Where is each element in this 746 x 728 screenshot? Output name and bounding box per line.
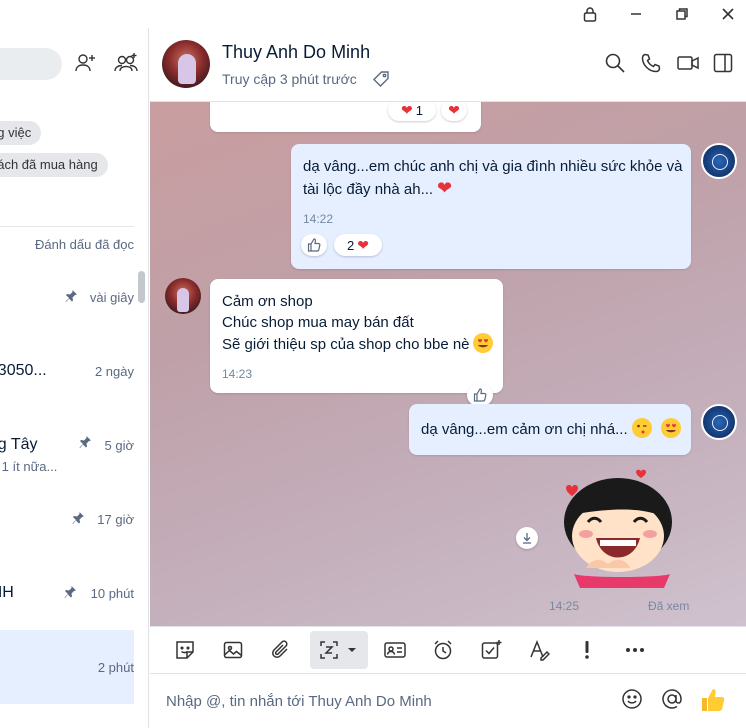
like-react-button[interactable] (467, 384, 493, 406)
conversation-name: 373050... (0, 362, 47, 379)
contact-avatar[interactable] (162, 40, 210, 88)
urgent-icon[interactable] (574, 637, 600, 663)
contact-status: Truy cập 3 phút trước (222, 71, 357, 87)
conversation-time: vài giây (89, 290, 134, 305)
pin-icon (79, 436, 91, 448)
emoji-icon[interactable] (620, 687, 646, 713)
message-text: Chúc shop mua may bán đất (222, 314, 414, 331)
thumbs-up-icon (473, 388, 487, 402)
winking-kiss-emoji (631, 418, 652, 438)
text-format-icon[interactable] (526, 637, 552, 663)
label-chip-work[interactable]: ng việc (0, 121, 42, 145)
conversation-item[interactable]: vài giây (0, 260, 134, 334)
mark-read-link[interactable]: Đánh dấu đã đọc (35, 237, 134, 252)
conversation-time: 2 phút (97, 660, 134, 675)
seen-status: Đã xem (648, 599, 690, 613)
reminder-clock-icon[interactable] (430, 637, 456, 663)
reaction-pill[interactable]: 2 ❤ (334, 234, 382, 256)
pin-icon (65, 290, 77, 302)
heart-reaction-icon: ❤ (357, 236, 369, 253)
conversation-item[interactable]: 17 giờ (0, 482, 134, 556)
heart-react-button[interactable]: ❤ (441, 102, 467, 121)
pin-icon (72, 512, 84, 524)
search-input[interactable] (0, 48, 62, 80)
heart-emoji: ❤ (436, 178, 453, 198)
contact-name[interactable]: Thuy Anh Do Minh (222, 42, 370, 63)
lock-icon[interactable] (580, 4, 600, 24)
divider (0, 226, 134, 227)
conversation-name: ẢNH (0, 584, 14, 601)
pin-icon (64, 586, 76, 598)
heart-icon: ❤ (448, 102, 460, 118)
label-chip-customers[interactable]: hách đã mua hàng (0, 153, 108, 177)
message-time: 14:23 (222, 367, 253, 381)
download-icon[interactable] (516, 527, 538, 549)
conversation-item[interactable]: 373050... 2 ngày (0, 334, 134, 408)
title-bar (0, 0, 746, 28)
conversation-time: 5 giờ (104, 438, 135, 453)
message-time: 14:25 (549, 599, 580, 613)
message-text: dạ vâng...em chúc anh chị và gia đình nh… (303, 158, 683, 175)
thumbs-up-icon (307, 238, 321, 252)
tag-icon[interactable] (372, 70, 390, 88)
chat-messages-area[interactable]: ❤ 1 ❤ dạ vâng...em chúc anh chị và gia đ… (150, 102, 746, 626)
screenshot-icon[interactable] (316, 637, 342, 663)
heart-eyes-emoji (473, 333, 494, 353)
message-bubble-incoming[interactable]: Cảm ơn shop Chúc shop mua may bán đất Sẽ… (210, 279, 503, 393)
sticker-image[interactable] (552, 464, 690, 590)
search-icon[interactable] (604, 52, 628, 76)
like-react-button[interactable] (301, 234, 327, 256)
add-friend-icon[interactable] (74, 52, 98, 76)
message-text: Cảm ơn shop (222, 293, 313, 310)
quick-like-icon[interactable] (700, 687, 726, 713)
message-composer (150, 675, 746, 728)
message-time: 14:22 (303, 212, 334, 226)
more-options-icon[interactable] (622, 637, 648, 663)
conversation-time: 2 ngày (94, 364, 134, 379)
heart-eyes-emoji (661, 418, 682, 438)
heart-reaction-icon: ❤ (401, 102, 413, 118)
message-text: tài lộc đầy nhà ah... (303, 181, 434, 198)
video-call-icon[interactable] (676, 52, 700, 76)
conversation-item-active[interactable]: h 2 phút (0, 630, 134, 704)
reaction-pill[interactable]: ❤ 1 (388, 102, 436, 121)
contact-card-icon[interactable] (382, 637, 408, 663)
toggle-panel-icon[interactable] (712, 52, 736, 76)
shop-avatar[interactable] (701, 143, 737, 179)
conversation-sidebar: ng việc hách đã mua hàng Đánh dấu đã đọc… (0, 28, 149, 728)
minimize-icon[interactable] (626, 4, 646, 24)
close-icon[interactable] (718, 4, 738, 24)
phone-call-icon[interactable] (640, 52, 664, 76)
conversation-preview: êm 1 ít nữa... (0, 459, 58, 474)
create-group-icon[interactable] (114, 52, 138, 76)
composer-toolbar (150, 626, 746, 674)
sticker-icon[interactable] (172, 637, 198, 663)
task-icon[interactable] (478, 637, 504, 663)
conversation-time: 10 phút (90, 586, 134, 601)
message-text: Sẽ giới thiệu sp của shop cho bbe nè (222, 336, 470, 353)
mention-icon[interactable] (660, 687, 686, 713)
conversation-item[interactable]: ẢNH 10 phút (0, 556, 134, 630)
shop-avatar[interactable] (701, 404, 737, 440)
conversation-name: ang Tây (0, 436, 38, 453)
conversation-time: 17 giờ (97, 512, 134, 527)
message-bubble-outgoing[interactable]: dạ vâng...em cảm ơn chị nhá... (409, 404, 691, 455)
contact-avatar-small[interactable] (165, 278, 201, 314)
conversation-item[interactable]: ang Tây 5 giờ êm 1 ít nữa... (0, 408, 134, 482)
attachment-icon[interactable] (268, 637, 294, 663)
sidebar-scrollbar[interactable] (138, 271, 145, 303)
image-icon[interactable] (220, 637, 246, 663)
message-input[interactable] (166, 689, 606, 713)
message-text: dạ vâng...em cảm ơn chị nhá... (421, 421, 628, 438)
restore-icon[interactable] (672, 4, 692, 24)
message-bubble-outgoing[interactable]: dạ vâng...em chúc anh chị và gia đình nh… (291, 144, 691, 269)
chevron-down-icon[interactable] (342, 637, 362, 663)
chat-header: Thuy Anh Do Minh Truy cập 3 phút trước (150, 28, 746, 102)
